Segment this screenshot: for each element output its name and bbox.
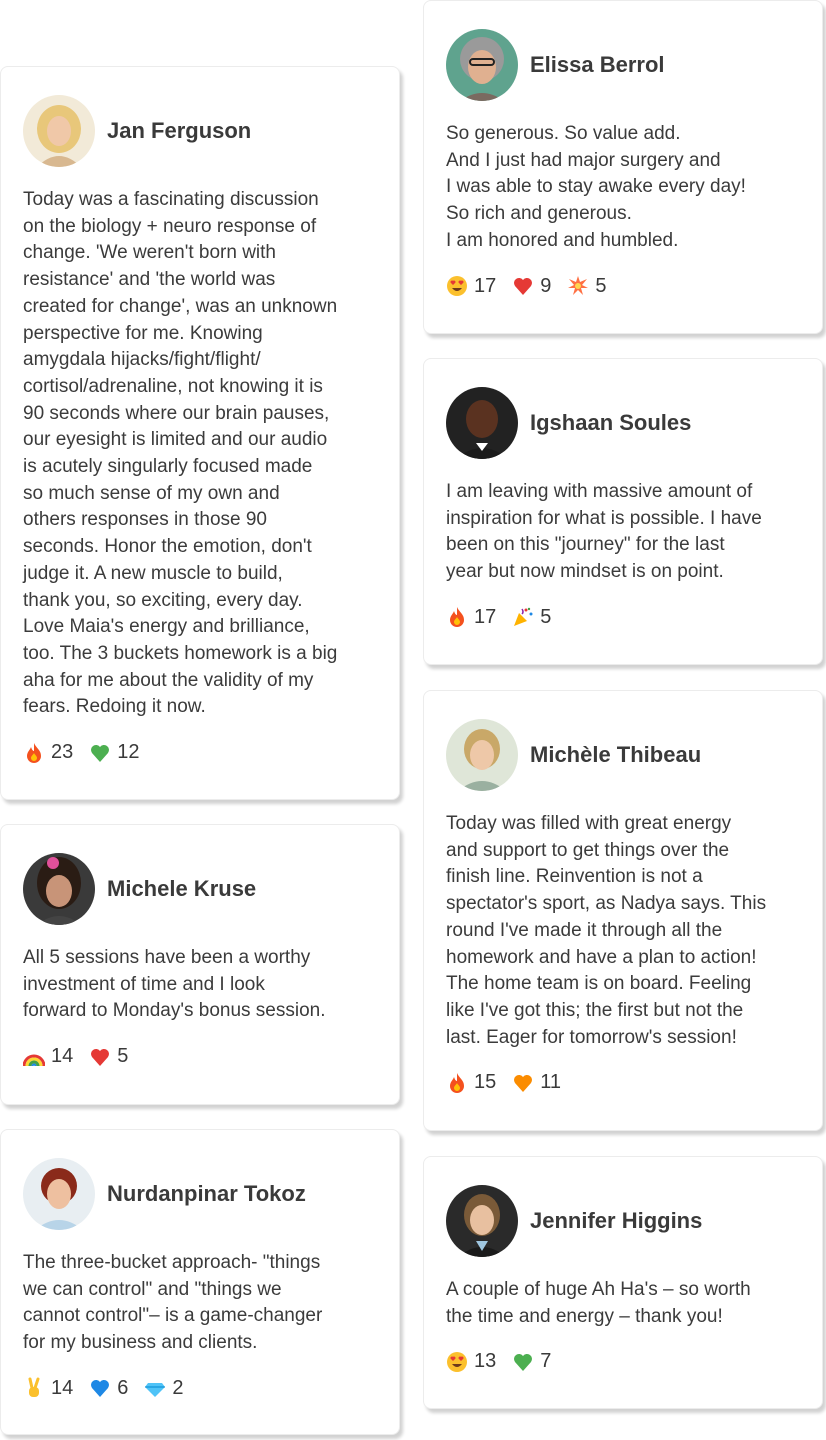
avatar [446,1185,518,1257]
testimonial-text: A couple of huge Ah Ha's – so worth the … [446,1279,751,1327]
reaction[interactable]: 6 [89,1377,128,1400]
reactions-bar: 13 7 [446,1350,800,1373]
reaction[interactable]: 17 [446,275,496,298]
red-heart-icon [89,1046,111,1068]
green-heart-icon [512,1351,534,1373]
testimonial-card: Elissa Berrol So generous. So value add.… [423,0,823,334]
reaction[interactable]: 7 [512,1350,551,1373]
testimonial-text: I am leaving with massive amount of insp… [446,481,762,583]
reaction-count: 9 [540,274,552,297]
reaction-count: 11 [540,1071,562,1094]
reaction-count: 5 [117,1045,129,1068]
reaction-count: 13 [474,1350,497,1373]
author-name: Nurdanpinar Tokoz [107,1181,306,1206]
reaction-count: 7 [540,1350,552,1373]
author-name: Michele Kruse [107,876,257,901]
testimonial-card: Nurdanpinar Tokoz The three-bucket appro… [0,1129,400,1435]
testimonial-card: Igshaan Soules I am leaving with massive… [423,358,823,665]
blue-heart-icon [89,1377,111,1399]
testimonial-card: Michele Kruse All 5 sessions have been a… [0,824,400,1105]
author-name: Jennifer Higgins [530,1208,703,1233]
avatar [23,1158,95,1230]
author-name: Jan Ferguson [107,118,252,143]
party-popper-icon [512,606,534,628]
reaction-count: 15 [474,1071,497,1094]
reaction-count: 6 [117,1376,129,1399]
reaction[interactable]: 17 [446,606,496,629]
reaction-count: 17 [474,605,497,628]
reaction[interactable]: 5 [567,274,607,298]
reaction-count: 17 [474,274,497,297]
card-header: Igshaan Soules [446,387,800,459]
avatar [446,719,518,791]
reaction[interactable]: 9 [512,275,551,298]
author-name: Igshaan Soules [530,410,692,435]
testimonial-text: Today was a fascinating discussion on th… [23,189,338,718]
victory-hand-icon [23,1377,45,1399]
fire-icon [446,1072,468,1094]
reaction[interactable]: 11 [512,1071,561,1094]
reaction[interactable]: 5 [89,1045,128,1068]
green-heart-icon [89,742,111,764]
fire-icon [446,606,468,628]
avatar [446,29,518,101]
avatar [446,387,518,459]
rainbow-icon [23,1046,45,1068]
reactions-bar: 15 11 [446,1071,800,1094]
testimonial-card: Jan Ferguson Today was a fascinating dis… [0,66,400,800]
reaction-count: 12 [117,741,140,764]
orange-heart-icon [512,1072,534,1094]
reaction[interactable]: 13 [446,1350,496,1373]
reactions-bar: 23 12 [23,741,377,764]
reaction[interactable]: 5 [512,606,551,629]
reaction[interactable]: 12 [89,741,140,764]
reactions-bar: 17 5 [446,606,800,629]
reaction-count: 14 [51,1045,74,1068]
avatar [23,95,95,167]
card-header: Nurdanpinar Tokoz [23,1158,377,1230]
reaction-count: 2 [172,1376,184,1399]
testimonial-text: So generous. So value add. And I just ha… [446,123,746,251]
testimonial-text: All 5 sessions have been a worthy invest… [23,947,326,1022]
reactions-bar: 14 6 2 [23,1377,377,1400]
reaction[interactable]: 14 [23,1045,73,1068]
reactions-bar: 17 9 5 [446,275,800,298]
author-name: Michèle Thibeau [530,742,702,767]
reaction-count: 5 [540,605,552,628]
heart-eyes-icon [446,1351,468,1373]
testimonial-text: Today was filled with great energy and s… [446,813,767,1048]
reaction[interactable]: 23 [23,741,73,764]
testimonial-text: The three-bucket approach- "things we ca… [23,1252,323,1354]
gem-icon [144,1377,166,1399]
reaction[interactable]: 14 [23,1377,73,1400]
card-header: Elissa Berrol [446,29,800,101]
collision-icon [567,275,589,297]
reactions-bar: 14 5 [23,1045,377,1068]
avatar [23,853,95,925]
card-header: Michèle Thibeau [446,719,800,791]
heart-eyes-icon [446,275,468,297]
reaction[interactable]: 2 [144,1376,184,1400]
testimonial-card: Jennifer Higgins A couple of huge Ah Ha'… [423,1156,823,1409]
fire-icon [23,742,45,764]
card-header: Michele Kruse [23,853,377,925]
card-header: Jennifer Higgins [446,1185,800,1257]
reaction-count: 23 [51,741,74,764]
red-heart-icon [512,275,534,297]
testimonial-card: Michèle Thibeau Today was filled with gr… [423,690,823,1131]
reaction[interactable]: 15 [446,1071,496,1094]
reaction-count: 5 [595,274,607,297]
author-name: Elissa Berrol [530,52,665,77]
card-header: Jan Ferguson [23,95,377,167]
reaction-count: 14 [51,1376,74,1399]
